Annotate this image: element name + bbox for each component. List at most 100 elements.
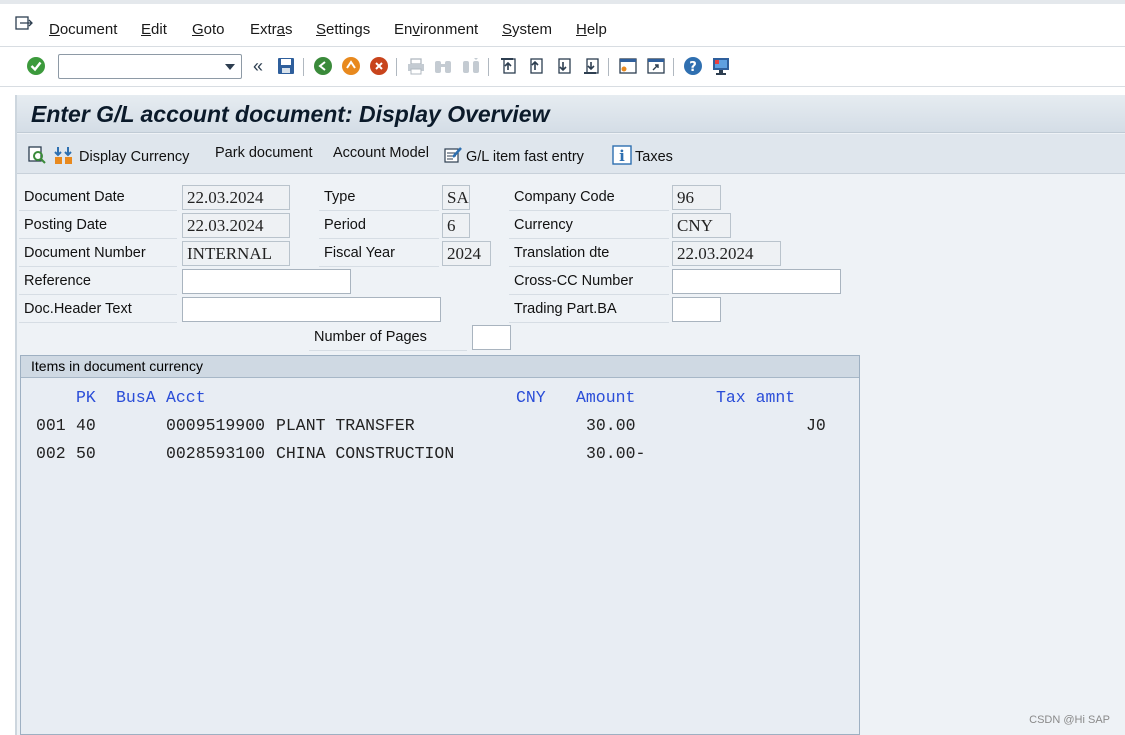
find-icon xyxy=(432,55,454,77)
menu-document[interactable]: Document xyxy=(49,21,117,38)
held-data-button[interactable] xyxy=(27,145,47,169)
park-document-button[interactable]: Park document xyxy=(215,145,313,161)
create-session-icon[interactable] xyxy=(617,55,639,77)
fast-entry-icon xyxy=(443,145,463,169)
reference-field[interactable] xyxy=(182,269,351,294)
menu-edit[interactable]: Edit xyxy=(141,21,167,38)
column-header-tax-amnt[interactable]: Tax amnt xyxy=(716,388,795,407)
held-data-icon xyxy=(27,145,47,169)
posting-date-label: Posting Date xyxy=(19,213,177,239)
menu-goto[interactable]: Goto xyxy=(192,21,225,38)
document-header-form: Document Date 22.03.2024 Posting Date 22… xyxy=(17,175,1125,735)
doc-header-text-label: Doc.Header Text xyxy=(19,297,177,323)
account-number[interactable]: 0028593100 xyxy=(166,444,265,463)
number-of-pages-field[interactable] xyxy=(472,325,511,350)
account-name: CHINA CONSTRUCTION xyxy=(276,444,455,463)
row-number: 001 xyxy=(36,416,66,435)
toolbar-separator xyxy=(673,58,674,76)
row-number: 002 xyxy=(36,444,66,463)
company-code-label: Company Code xyxy=(509,185,669,211)
menu-environment[interactable]: Environment xyxy=(394,21,478,38)
column-header-pk[interactable]: PK xyxy=(76,388,96,407)
currency-field[interactable]: CNY xyxy=(672,213,731,238)
menu-exit-icon[interactable] xyxy=(15,16,35,32)
currency-icon xyxy=(54,145,76,169)
chevron-down-icon[interactable] xyxy=(225,64,235,70)
column-header-amount[interactable]: Amount xyxy=(576,388,635,407)
posting-key: 50 xyxy=(76,444,96,463)
generate-shortcut-icon[interactable] xyxy=(645,55,667,77)
company-code-field[interactable]: 96 xyxy=(672,185,721,210)
amount: 30.00 xyxy=(586,416,636,435)
account-name: PLANT TRANSFER xyxy=(276,416,415,435)
items-panel-title: Items in document currency xyxy=(21,356,859,378)
document-date-label: Document Date xyxy=(19,185,177,211)
column-header-currency[interactable]: CNY xyxy=(516,388,546,407)
items-panel: Items in document currency PK BusA Acct … xyxy=(20,355,860,735)
previous-page-icon[interactable] xyxy=(524,55,546,77)
document-number-field[interactable]: INTERNAL xyxy=(182,241,290,266)
menu-help[interactable]: Help xyxy=(576,21,607,38)
fiscal-year-field[interactable]: 2024 xyxy=(442,241,491,266)
application-toolbar: Display Currency Park document Account M… xyxy=(17,134,1125,174)
display-currency-button[interactable]: Display Currency xyxy=(54,145,189,169)
enter-checkmark-icon[interactable] xyxy=(25,55,47,77)
document-number-label: Document Number xyxy=(19,241,177,267)
trading-part-ba-label: Trading Part.BA xyxy=(509,297,669,323)
customize-layout-icon[interactable] xyxy=(710,55,732,77)
svg-text:?: ? xyxy=(689,60,697,75)
gl-fast-entry-button[interactable]: G/L item fast entry xyxy=(443,145,584,169)
command-field[interactable] xyxy=(58,54,242,79)
svg-text:i: i xyxy=(619,147,625,165)
posting-key: 40 xyxy=(76,416,96,435)
taxes-button[interactable]: i Taxes xyxy=(612,145,673,169)
collapse-arrows-icon[interactable]: « xyxy=(247,55,269,77)
trading-part-ba-field[interactable] xyxy=(672,297,721,322)
menu-settings[interactable]: Settings xyxy=(316,21,370,38)
exit-icon[interactable] xyxy=(340,55,362,77)
cross-cc-number-field[interactable] xyxy=(672,269,841,294)
menu-extras[interactable]: Extras xyxy=(250,21,293,38)
account-model-button[interactable]: Account Model xyxy=(333,145,429,161)
last-page-icon[interactable] xyxy=(580,55,602,77)
period-field[interactable]: 6 xyxy=(442,213,470,238)
help-icon[interactable]: ? xyxy=(682,55,704,77)
number-of-pages-label: Number of Pages xyxy=(309,325,467,351)
type-label: Type xyxy=(319,185,439,211)
period-label: Period xyxy=(319,213,439,239)
watermark: CSDN @Hi SAP xyxy=(1029,714,1110,726)
posting-date-field[interactable]: 22.03.2024 xyxy=(182,213,290,238)
first-page-icon[interactable] xyxy=(497,55,519,77)
cross-cc-number-label: Cross-CC Number xyxy=(509,269,669,295)
account-model-label: Account Model xyxy=(333,145,429,161)
toolbar-separator xyxy=(396,58,397,76)
reference-label: Reference xyxy=(19,269,177,295)
translation-date-field[interactable]: 22.03.2024 xyxy=(672,241,781,266)
menu-bar: Document Edit Goto Extras Settings Envir… xyxy=(0,0,1125,47)
column-header-busa[interactable]: BusA xyxy=(116,388,156,407)
cancel-icon[interactable] xyxy=(368,55,390,77)
doc-header-text-field[interactable] xyxy=(182,297,441,322)
tax-code: J0 xyxy=(806,416,826,435)
find-next-icon xyxy=(460,55,482,77)
main-content: Enter G/L account document: Display Over… xyxy=(15,95,1125,735)
toolbar-separator xyxy=(303,58,304,76)
toolbar-separator xyxy=(488,58,489,76)
save-icon[interactable] xyxy=(275,55,297,77)
taxes-label: Taxes xyxy=(635,149,673,165)
column-header-acct[interactable]: Acct xyxy=(166,388,206,407)
back-icon[interactable] xyxy=(312,55,334,77)
account-number[interactable]: 0009519900 xyxy=(166,416,265,435)
document-date-field[interactable]: 22.03.2024 xyxy=(182,185,290,210)
next-page-icon[interactable] xyxy=(552,55,574,77)
display-currency-label: Display Currency xyxy=(79,149,190,165)
info-icon: i xyxy=(612,145,632,169)
menu-system[interactable]: System xyxy=(502,21,552,38)
gl-fast-entry-label: G/L item fast entry xyxy=(466,149,584,165)
toolbar-separator xyxy=(608,58,609,76)
park-document-label: Park document xyxy=(215,145,313,161)
amount: 30.00- xyxy=(586,444,646,463)
translation-date-label: Translation dte xyxy=(509,241,669,267)
fiscal-year-label: Fiscal Year xyxy=(319,241,439,267)
type-field[interactable]: SA xyxy=(442,185,470,210)
